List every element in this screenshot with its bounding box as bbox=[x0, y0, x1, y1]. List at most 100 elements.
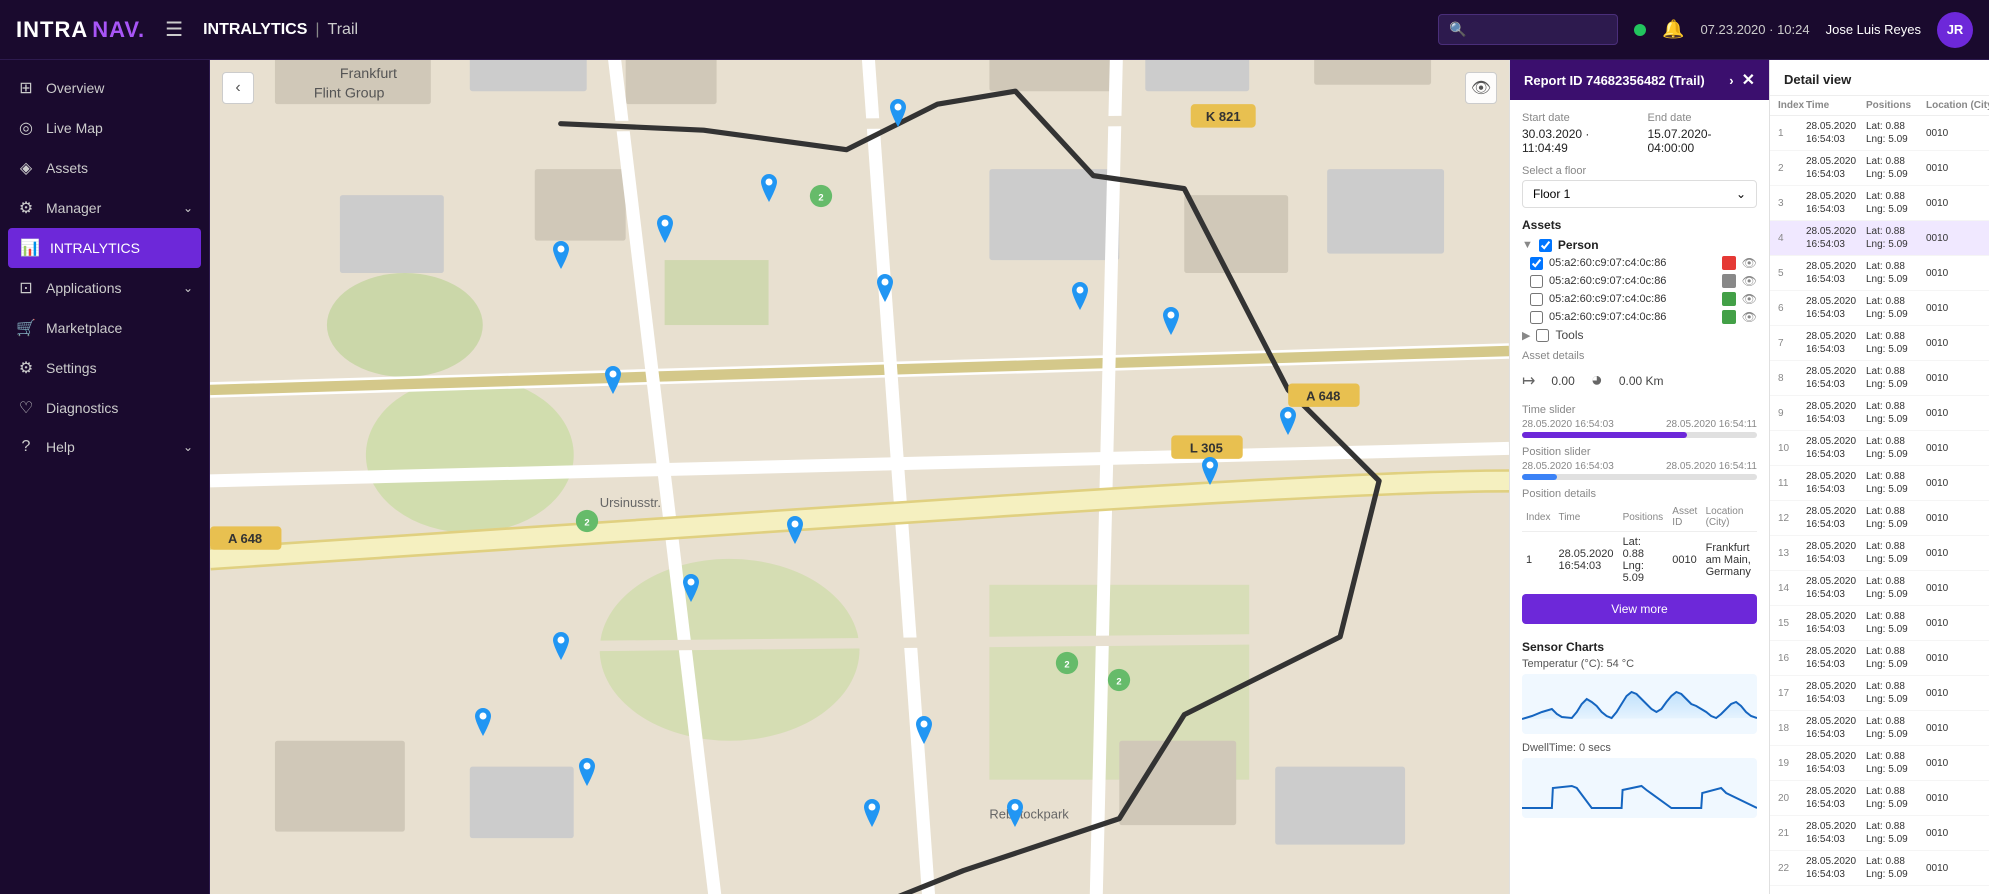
map-pin-blue-15 bbox=[575, 758, 599, 786]
map-pin-blue-18 bbox=[1003, 799, 1027, 827]
map-back-button[interactable]: ‹ bbox=[222, 72, 254, 104]
asset-eye-icon-4[interactable]: 👁 bbox=[1742, 310, 1757, 324]
logo-nav: NAV. bbox=[92, 17, 145, 43]
sidebar-item-live-map[interactable]: ◎ Live Map bbox=[0, 108, 209, 148]
sidebar-label-intralytics: INTRALYTICS bbox=[50, 240, 140, 256]
time-slider-section: Time slider 28.05.2020 16:54:03 28.05.20… bbox=[1522, 404, 1757, 438]
hamburger-button[interactable]: ☰ bbox=[161, 13, 187, 46]
help-chevron-icon: ⌄ bbox=[183, 440, 193, 454]
manager-icon: ⚙ bbox=[16, 198, 36, 218]
asset-mac-label-4: 05:a2:60:c9:07:c4:0c:86 bbox=[1549, 311, 1716, 323]
sidebar-item-help[interactable]: ? Help ⌄ bbox=[0, 428, 209, 466]
person-group-checkbox[interactable] bbox=[1539, 239, 1552, 252]
sidebar-item-settings[interactable]: ⚙ Settings bbox=[0, 348, 209, 388]
svg-text:2: 2 bbox=[818, 191, 823, 202]
person-group-chevron-icon[interactable]: ▼ bbox=[1522, 239, 1533, 251]
map-pin-blue-5 bbox=[873, 274, 897, 302]
applications-icon: ⊡ bbox=[16, 278, 36, 298]
map-pin-blue-6 bbox=[886, 99, 910, 127]
panel-close-button[interactable]: ✕ bbox=[1742, 70, 1755, 90]
search-input[interactable] bbox=[1472, 22, 1612, 37]
position-slider-track[interactable] bbox=[1522, 474, 1757, 480]
detail-row-location: 0010 bbox=[1926, 723, 1989, 734]
time-slider-track[interactable] bbox=[1522, 432, 1757, 438]
asset-eye-icon-1[interactable]: 👁 bbox=[1742, 256, 1757, 270]
detail-row-time: 28.05.2020 16:54:03 bbox=[1806, 330, 1866, 356]
asset-checkbox-3[interactable] bbox=[1530, 293, 1543, 306]
svg-text:K 821: K 821 bbox=[1206, 109, 1241, 124]
detail-row-position: Lat: 0.88 Lng: 5.09 bbox=[1866, 715, 1926, 741]
detail-row-index: 4 bbox=[1778, 233, 1806, 244]
notification-bell-icon[interactable]: 🔔 bbox=[1662, 19, 1684, 40]
detail-row-location: 0010 bbox=[1926, 478, 1989, 489]
detail-row-index: 6 bbox=[1778, 303, 1806, 314]
end-date-section: End date 15.07.2020-04:00:00 bbox=[1648, 112, 1758, 155]
sidebar-item-intralytics[interactable]: 📊 INTRALYTICS bbox=[8, 228, 201, 268]
detail-row: 15 28.05.2020 16:54:03 Lat: 0.88 Lng: 5.… bbox=[1770, 606, 1989, 641]
detail-row-position: Lat: 0.88 Lng: 5.09 bbox=[1866, 470, 1926, 496]
map-pin-blue-4 bbox=[757, 174, 781, 202]
detail-row-position: Lat: 0.88 Lng: 5.09 bbox=[1866, 750, 1926, 776]
user-avatar[interactable]: JR bbox=[1937, 12, 1973, 48]
detail-row-time: 28.05.2020 16:54:03 bbox=[1806, 400, 1866, 426]
map-pin-blue-13 bbox=[549, 632, 573, 660]
map-pin-green-1: 2 bbox=[809, 182, 833, 210]
detail-row: 8 28.05.2020 16:54:03 Lat: 0.88 Lng: 5.0… bbox=[1770, 361, 1989, 396]
detail-row: 14 28.05.2020 16:54:03 Lat: 0.88 Lng: 5.… bbox=[1770, 571, 1989, 606]
sidebar-item-applications[interactable]: ⊡ Applications ⌄ bbox=[0, 268, 209, 308]
detail-row-location: 0010 bbox=[1926, 128, 1989, 139]
map-pin-blue-11 bbox=[783, 516, 807, 544]
sidebar-item-manager[interactable]: ⚙ Manager ⌄ bbox=[0, 188, 209, 228]
detail-col-index: Index bbox=[1778, 100, 1806, 111]
detail-row-position: Lat: 0.88 Lng: 5.09 bbox=[1866, 260, 1926, 286]
detail-row-index: 19 bbox=[1778, 758, 1806, 769]
time-slider-end: 28.05.2020 16:54:11 bbox=[1666, 419, 1757, 430]
detail-row: 3 28.05.2020 16:54:03 Lat: 0.88 Lng: 5.0… bbox=[1770, 186, 1989, 221]
detail-row-location: 0010 bbox=[1926, 373, 1989, 384]
map-pin-blue-8 bbox=[1159, 307, 1183, 335]
asset-checkbox-4[interactable] bbox=[1530, 311, 1543, 324]
start-date-label: Start date bbox=[1522, 112, 1632, 124]
svg-text:2: 2 bbox=[1117, 675, 1122, 686]
floor-selector[interactable]: Floor 1 ⌄ bbox=[1522, 180, 1757, 208]
detail-row-time: 28.05.2020 16:54:03 bbox=[1806, 295, 1866, 321]
detail-row-location: 0010 bbox=[1926, 653, 1989, 664]
detail-row-location: 0010 bbox=[1926, 198, 1989, 209]
map-visibility-button[interactable]: 👁 bbox=[1465, 72, 1497, 104]
asset-eye-icon-3[interactable]: 👁 bbox=[1742, 292, 1757, 306]
search-box[interactable]: 🔍 bbox=[1438, 14, 1618, 45]
logo-intra: INTRA bbox=[16, 17, 88, 43]
detail-row-location: 0010 bbox=[1926, 513, 1989, 524]
sidebar-item-diagnostics[interactable]: ♡ Diagnostics bbox=[0, 388, 209, 428]
pos-location-city: Frankfurt am Main, Germany bbox=[1702, 532, 1757, 589]
asset-mac-label-1: 05:a2:60:c9:07:c4:0c:86 bbox=[1549, 257, 1716, 269]
position-slider-start: 28.05.2020 16:54:03 bbox=[1522, 461, 1614, 472]
detail-row-index: 3 bbox=[1778, 198, 1806, 209]
detail-row: 5 28.05.2020 16:54:03 Lat: 0.88 Lng: 5.0… bbox=[1770, 256, 1989, 291]
time-slider-start: 28.05.2020 16:54:03 bbox=[1522, 419, 1614, 430]
search-icon: 🔍 bbox=[1449, 21, 1466, 38]
tools-expand-icon[interactable]: ▶ bbox=[1522, 329, 1530, 342]
detail-row-time: 28.05.2020 16:54:03 bbox=[1806, 680, 1866, 706]
sidebar-item-overview[interactable]: ⊞ Overview bbox=[0, 68, 209, 108]
asset-row-4: 05:a2:60:c9:07:c4:0c:86 👁 bbox=[1530, 310, 1757, 324]
detail-row-index: 7 bbox=[1778, 338, 1806, 349]
sidebar-item-assets[interactable]: ◈ Assets bbox=[0, 148, 209, 188]
sidebar-item-marketplace[interactable]: 🛒 Marketplace bbox=[0, 308, 209, 348]
detail-row-position: Lat: 0.88 Lng: 5.09 bbox=[1866, 820, 1926, 846]
dwell-chart bbox=[1522, 758, 1757, 818]
view-more-button[interactable]: View more bbox=[1522, 594, 1757, 624]
asset-checkbox-2[interactable] bbox=[1530, 275, 1543, 288]
panel-next-icon[interactable]: › bbox=[1729, 73, 1733, 88]
asset-eye-icon-2[interactable]: 👁 bbox=[1742, 274, 1757, 288]
tools-checkbox[interactable] bbox=[1536, 329, 1549, 342]
detail-row-time: 28.05.2020 16:54:03 bbox=[1806, 855, 1866, 881]
start-date-section: Start date 30.03.2020 · 11:04:49 bbox=[1522, 112, 1632, 155]
detail-row-time: 28.05.2020 16:54:03 bbox=[1806, 365, 1866, 391]
manager-chevron-icon: ⌄ bbox=[183, 201, 193, 215]
position-slider-end: 28.05.2020 16:54:11 bbox=[1666, 461, 1757, 472]
map-pin-green-4: 2 bbox=[1107, 666, 1131, 694]
asset-checkbox-1[interactable] bbox=[1530, 257, 1543, 270]
asset-color-2 bbox=[1722, 274, 1736, 288]
asset-mac-label-2: 05:a2:60:c9:07:c4:0c:86 bbox=[1549, 275, 1716, 287]
